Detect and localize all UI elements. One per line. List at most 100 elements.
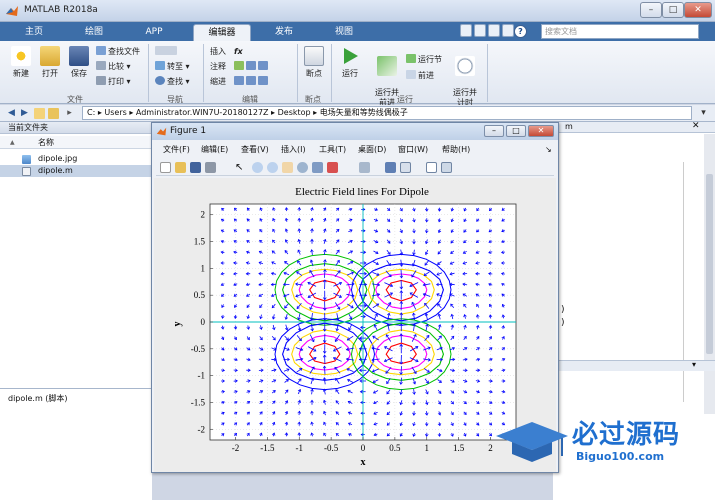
x-tick-label: 0 [361,443,366,453]
edit-tools-row2[interactable] [234,76,270,87]
scroll-thumb[interactable] [706,174,713,354]
y-tick-label: 2 [201,210,206,220]
y-tick-label: -1 [198,371,206,381]
group-separator [331,44,332,102]
brush-icon[interactable] [327,162,338,173]
menu-view[interactable]: 查看(V) [241,143,269,157]
print-figure-icon[interactable] [205,162,216,173]
field-arrow [400,366,402,375]
qa-redo-icon[interactable] [502,24,514,37]
show-plot-tools-icon[interactable] [441,162,452,173]
group-separator [487,44,488,102]
editor-scrollbar[interactable] [704,134,715,414]
goto-icon [155,61,165,70]
name-column-header[interactable]: ▲ 名称 [0,136,152,149]
pointer-icon[interactable]: ↖ [235,162,246,173]
command-window-dropdown-icon[interactable]: ▾ [692,360,696,369]
figure-title-bar[interactable]: Figure 1 – □ ✕ [152,123,558,140]
y-axis-label: y [172,322,183,327]
file-row[interactable]: dipole.m [0,165,152,177]
figure-toolbar: ↖ [156,160,554,176]
path-dropdown-icon[interactable]: ▾ [698,108,709,119]
edit-tools-row1[interactable] [234,61,270,72]
print-button[interactable]: 打印 ▾ [96,76,131,87]
command-window-header: ▾ [553,360,715,371]
group-label-edit: 编辑 [242,95,258,104]
tab-apps[interactable]: APP [134,24,174,41]
close-button[interactable]: ✕ [684,2,712,18]
help-icon[interactable]: ? [514,25,527,38]
x-tick-label: 1 [425,443,430,453]
tab-plots[interactable]: 绘图 [74,24,114,41]
maximize-button[interactable]: □ [662,2,684,18]
minimize-button[interactable]: – [640,2,662,18]
menu-edit[interactable]: 编辑(E) [201,143,228,157]
menu-dock-arrow-icon[interactable]: ↘ [545,143,552,157]
tab-editor[interactable]: 编辑器 [193,24,251,41]
run-and-time-button[interactable]: 运行并 计时 [448,46,482,108]
hide-plot-tools-icon[interactable] [426,162,437,173]
run-section-button[interactable]: 运行节 [406,54,442,65]
menu-insert[interactable]: 插入(I) [281,143,306,157]
link-plot-icon[interactable] [359,162,370,173]
menu-desktop[interactable]: 桌面(D) [358,143,386,157]
find-files-button[interactable]: 查找文件 [96,46,140,57]
run-button[interactable]: 运行 [336,46,364,79]
insert-colorbar-icon[interactable] [385,162,396,173]
figure-close-button[interactable]: ✕ [528,125,554,137]
field-arrow [400,269,402,278]
indent-left-icon [234,76,244,85]
goto-button[interactable]: 转至 ▾ [155,61,190,72]
tab-publish[interactable]: 发布 [262,24,306,41]
browse-folder-icon[interactable] [48,108,59,119]
editor-tab-strip: m ✕ [553,121,715,133]
qa-save-icon[interactable] [460,24,472,37]
advance-button[interactable]: 前进 [406,70,434,81]
indent-button[interactable]: 缩进 [210,76,226,87]
insert-legend-icon[interactable] [400,162,411,173]
menu-window[interactable]: 窗口(W) [398,143,428,157]
folder-up-icon[interactable] [34,108,45,119]
percent-icon [234,61,244,70]
menu-help[interactable]: 帮助(H) [442,143,470,157]
open-button[interactable]: 打开 [37,46,63,79]
file-row[interactable]: dipole.jpg [0,153,152,165]
save-figure-icon[interactable] [190,162,201,173]
nav-arrows[interactable] [155,46,179,57]
editor-tab-fragment[interactable]: m [565,122,573,131]
menu-file[interactable]: 文件(F) [163,143,190,157]
forward-icon[interactable]: ▶ [19,108,30,119]
breakpoints-button[interactable]: 断点 [301,46,327,79]
zoom-out-icon[interactable] [267,162,278,173]
find-files-icon [96,46,106,55]
advance-icon [406,70,416,79]
back-forward-icon [155,46,177,55]
data-cursor-icon[interactable] [312,162,323,173]
back-icon[interactable]: ◀ [6,108,17,119]
insert-button[interactable]: 插入 [210,46,226,57]
qa-undo-icon[interactable] [488,24,500,37]
tab-view[interactable]: 视图 [322,24,366,41]
fx-button[interactable]: fx [234,46,243,57]
find-button[interactable]: 查找 ▾ [155,76,190,87]
editor-close-icon[interactable]: ✕ [692,121,700,131]
open-file-icon[interactable] [175,162,186,173]
x-tick-label: -2 [232,443,240,453]
pan-icon[interactable] [282,162,293,173]
new-button[interactable]: 新建 [8,46,34,79]
brand-watermark: 必过源码 Biguo100.com [492,408,715,470]
qa-cut-icon[interactable] [474,24,486,37]
zoom-in-icon[interactable] [252,162,263,173]
tab-home[interactable]: 主页 [14,24,54,41]
new-figure-icon[interactable] [160,162,171,173]
save-button[interactable]: 保存 [66,46,92,79]
x-tick-label: 0.5 [389,443,401,453]
current-folder-path[interactable]: C: ▸ Users ▸ Administrator.WIN7U-2018012… [82,106,692,120]
comment-button[interactable]: 注释 [210,61,226,72]
figure-maximize-button[interactable]: □ [506,125,526,137]
compare-button[interactable]: 比较 ▾ [96,61,131,72]
figure-minimize-button[interactable]: – [484,125,504,137]
rotate-icon[interactable] [297,162,308,173]
search-documentation-input[interactable]: 搜索文档 [541,24,699,39]
menu-tools[interactable]: 工具(T) [319,143,346,157]
